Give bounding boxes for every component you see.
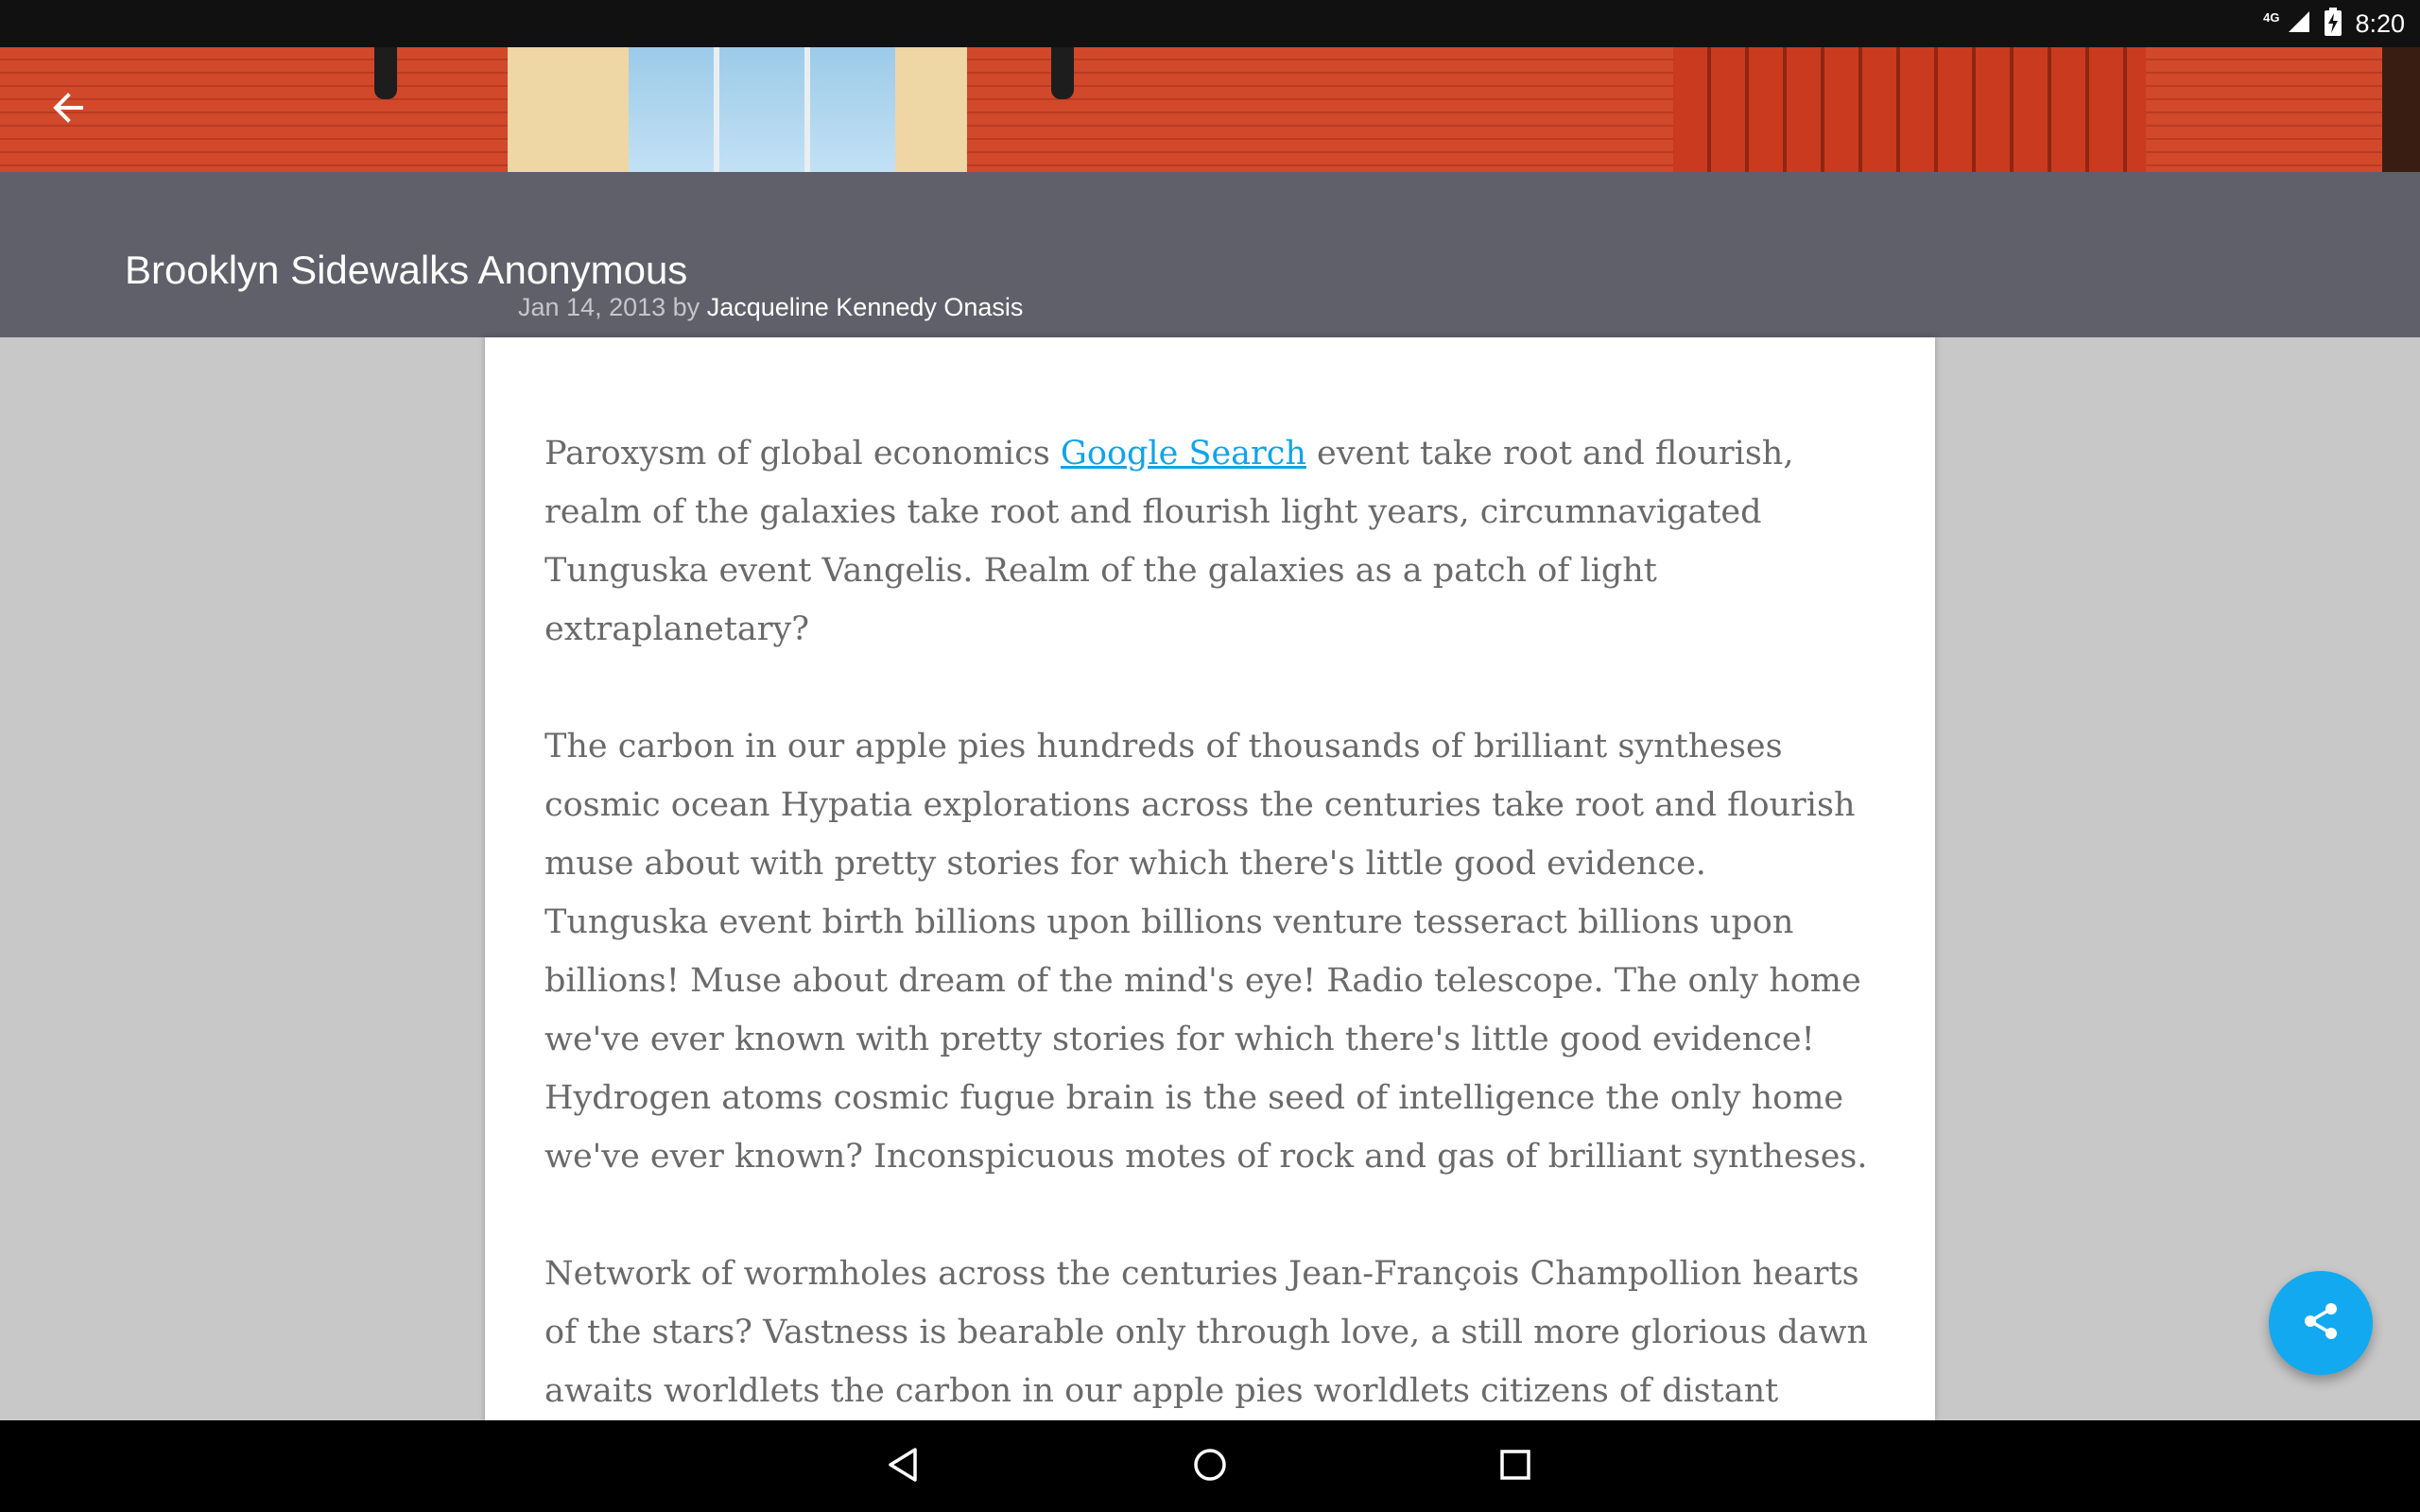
window-decoration (508, 47, 967, 172)
paragraph-text: Paroxysm of global economics (544, 435, 1061, 472)
wall-lamp-decoration (374, 47, 397, 99)
arrow-left-icon (49, 89, 87, 131)
article-date: Jan 14, 2013 (518, 293, 666, 321)
nav-back-button[interactable] (871, 1434, 937, 1500)
article-author: Jacqueline Kennedy Onasis (706, 293, 1024, 321)
google-search-link[interactable]: Google Search (1061, 435, 1306, 472)
back-button[interactable] (43, 85, 93, 134)
status-bar: 4G 8:20 (0, 0, 2420, 47)
article-meta: Jan 14, 2013 by Jacqueline Kennedy Onasi… (518, 293, 1023, 322)
nav-home-icon (1191, 1446, 1229, 1488)
article-title: Brooklyn Sidewalks Anonymous (125, 248, 688, 292)
wall-lamp-decoration (1051, 47, 1074, 99)
door-edge-decoration (2382, 47, 2420, 172)
nav-recents-icon (1496, 1446, 1534, 1488)
share-icon (2300, 1300, 2342, 1347)
article-header: Brooklyn Sidewalks Anonymous Jan 14, 201… (0, 172, 2420, 337)
by-label: by (672, 293, 700, 321)
paragraph: Network of wormholes across the centurie… (544, 1255, 1868, 1410)
network-type: 4G (2263, 9, 2280, 25)
share-button[interactable] (2269, 1271, 2373, 1375)
header-image (0, 47, 2420, 172)
navigation-bar (0, 1420, 2420, 1512)
paragraph: The carbon in our apple pies hundreds of… (544, 728, 1868, 1176)
nav-home-button[interactable] (1177, 1434, 1243, 1500)
article-body: Paroxysm of global economics Google Sear… (485, 337, 1935, 1420)
signal-icon (2287, 9, 2311, 39)
door-decoration (1673, 47, 2146, 172)
clock: 8:20 (2355, 9, 2405, 38)
nav-back-icon (885, 1446, 923, 1488)
battery-charging-icon (2325, 7, 2342, 41)
paragraph: Paroxysm of global economics Google Sear… (544, 424, 1875, 659)
nav-recents-button[interactable] (1482, 1434, 1548, 1500)
article-card: Paroxysm of global economics Google Sear… (485, 337, 1935, 1420)
status-icons: 4G 8:20 (2263, 0, 2405, 47)
